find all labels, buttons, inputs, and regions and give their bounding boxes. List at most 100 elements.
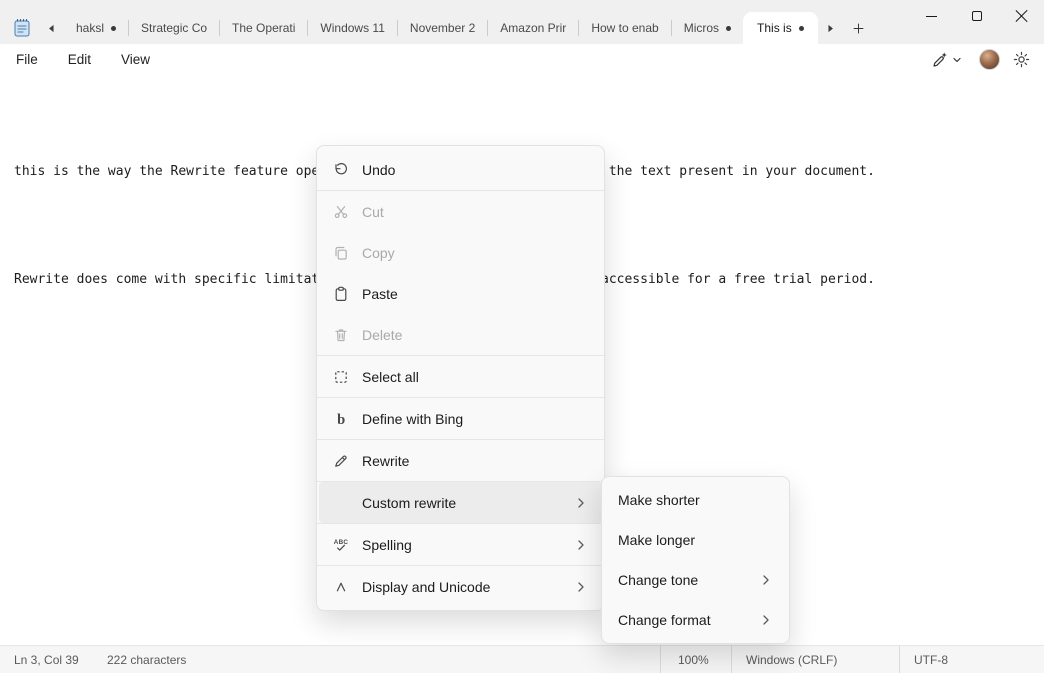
notepad-app-icon bbox=[12, 18, 32, 38]
menu-item-rewrite[interactable]: Rewrite bbox=[319, 440, 602, 481]
menu-file[interactable]: File bbox=[6, 48, 48, 71]
menu-item-label: Paste bbox=[362, 286, 398, 302]
menu-item-label: Cut bbox=[362, 204, 384, 220]
menu-item-label: Custom rewrite bbox=[362, 495, 456, 511]
tab-label: Windows 11 bbox=[320, 21, 384, 35]
sparkle-pen-icon bbox=[931, 51, 949, 69]
copy-icon bbox=[333, 245, 349, 261]
tab-the-operati[interactable]: The Operati bbox=[220, 12, 307, 44]
context-menu: Undo Cut Copy Paste Delete bbox=[316, 145, 605, 611]
delete-icon bbox=[333, 327, 349, 343]
submenu-item-make-shorter[interactable]: Make shorter bbox=[604, 480, 787, 520]
paste-icon bbox=[333, 286, 349, 302]
menu-item-label: Change format bbox=[618, 612, 711, 628]
cut-icon bbox=[333, 204, 349, 220]
tab-label: haksl bbox=[76, 21, 104, 35]
chevron-right-icon bbox=[574, 496, 588, 510]
menu-item-label: Change tone bbox=[618, 572, 698, 588]
menu-item-undo[interactable]: Undo bbox=[319, 149, 602, 190]
close-button[interactable] bbox=[999, 0, 1044, 32]
zoom-level: 100% bbox=[660, 646, 731, 673]
encoding: UTF-8 bbox=[899, 646, 1044, 673]
maximize-button[interactable] bbox=[954, 0, 999, 32]
menu-item-label: Undo bbox=[362, 162, 395, 178]
custom-rewrite-submenu: Make shorter Make longer Change tone Cha… bbox=[601, 476, 790, 644]
submenu-item-change-format[interactable]: Change format bbox=[604, 600, 787, 640]
tab-label: Micros bbox=[684, 21, 719, 35]
submenu-item-change-tone[interactable]: Change tone bbox=[604, 560, 787, 600]
account-avatar[interactable] bbox=[979, 49, 1000, 70]
menu-item-label: Delete bbox=[362, 327, 402, 343]
spelling-icon: ABC bbox=[333, 537, 349, 553]
tab-windows-11[interactable]: Windows 11 bbox=[308, 12, 396, 44]
tab-label: Strategic Co bbox=[141, 21, 207, 35]
unicode-icon bbox=[333, 579, 349, 595]
bing-icon: b bbox=[333, 411, 349, 427]
tab-micros[interactable]: Micros bbox=[672, 12, 743, 44]
unsaved-dot bbox=[111, 26, 116, 31]
tab-how-to-enab[interactable]: How to enab bbox=[579, 12, 670, 44]
svg-text:b: b bbox=[337, 411, 345, 426]
menu-item-label: Define with Bing bbox=[362, 411, 463, 427]
rewrite-toolbar-button[interactable] bbox=[927, 48, 966, 72]
tab-haksl[interactable]: haksl bbox=[64, 12, 128, 44]
settings-gear-icon[interactable] bbox=[1013, 51, 1030, 68]
undo-icon bbox=[333, 162, 349, 178]
menu-item-select-all[interactable]: Select all bbox=[319, 356, 602, 397]
menu-item-delete: Delete bbox=[319, 314, 602, 355]
menu-item-paste[interactable]: Paste bbox=[319, 273, 602, 314]
maximize-icon bbox=[972, 11, 982, 21]
chevron-down-icon bbox=[952, 55, 962, 65]
statusbar-spacer bbox=[186, 646, 660, 673]
minimize-icon bbox=[926, 16, 937, 17]
chevron-right-icon bbox=[574, 580, 588, 594]
tab-label: Amazon Prir bbox=[500, 21, 566, 35]
tab-label: November 2 bbox=[410, 21, 475, 35]
chevron-right-icon bbox=[574, 538, 588, 552]
chevron-right-icon bbox=[759, 613, 773, 627]
character-count: 222 characters bbox=[100, 646, 186, 673]
notepad-window: haksl Strategic Co The Operati Windows 1… bbox=[0, 0, 1044, 673]
menu-item-label: Copy bbox=[362, 245, 395, 261]
menu-item-copy: Copy bbox=[319, 232, 602, 273]
submenu-item-make-longer[interactable]: Make longer bbox=[604, 520, 787, 560]
menu-item-label: Display and Unicode bbox=[362, 579, 490, 595]
menu-item-custom-rewrite[interactable]: Custom rewrite bbox=[319, 482, 602, 523]
svg-text:ABC: ABC bbox=[334, 539, 349, 546]
tab-bar: haksl Strategic Co The Operati Windows 1… bbox=[0, 0, 1044, 44]
menu-item-display-and-unicode[interactable]: Display and Unicode bbox=[319, 566, 602, 607]
tab-scroll-forward-icon[interactable] bbox=[818, 12, 844, 44]
rewrite-icon bbox=[333, 453, 349, 469]
menu-edit[interactable]: Edit bbox=[58, 48, 101, 71]
menu-item-label: Make longer bbox=[618, 532, 695, 548]
unsaved-dot bbox=[726, 26, 731, 31]
tab-label: The Operati bbox=[232, 21, 295, 35]
menu-item-cut: Cut bbox=[319, 191, 602, 232]
status-bar: Ln 3, Col 39 222 characters 100% Windows… bbox=[0, 645, 1044, 673]
cursor-position: Ln 3, Col 39 bbox=[0, 646, 100, 673]
menubar-right-tools bbox=[927, 48, 1030, 72]
menu-bar: File Edit View bbox=[0, 44, 1044, 75]
close-icon bbox=[1015, 9, 1029, 23]
menu-view[interactable]: View bbox=[111, 48, 160, 71]
tab-this-is-active[interactable]: This is bbox=[743, 12, 818, 44]
menu-item-label: Make shorter bbox=[618, 492, 700, 508]
minimize-button[interactable] bbox=[909, 0, 954, 32]
select-all-icon bbox=[333, 369, 349, 385]
tab-label: This is bbox=[757, 21, 792, 35]
menu-item-label: Select all bbox=[362, 369, 419, 385]
menu-item-define-with-bing[interactable]: b Define with Bing bbox=[319, 398, 602, 439]
tab-november-2[interactable]: November 2 bbox=[398, 12, 487, 44]
tab-amazon-prir[interactable]: Amazon Prir bbox=[488, 12, 578, 44]
tab-strategic-co[interactable]: Strategic Co bbox=[129, 12, 219, 44]
tab-scroll-back-icon[interactable] bbox=[38, 12, 64, 44]
unsaved-dot bbox=[799, 26, 804, 31]
window-controls bbox=[909, 0, 1044, 32]
menu-item-label: Rewrite bbox=[362, 453, 409, 469]
chevron-right-icon bbox=[759, 573, 773, 587]
line-ending: Windows (CRLF) bbox=[731, 646, 899, 673]
menu-item-label: Spelling bbox=[362, 537, 412, 553]
menu-item-spelling[interactable]: ABC Spelling bbox=[319, 524, 602, 565]
add-tab-button[interactable] bbox=[844, 12, 874, 44]
tab-label: How to enab bbox=[591, 21, 658, 35]
